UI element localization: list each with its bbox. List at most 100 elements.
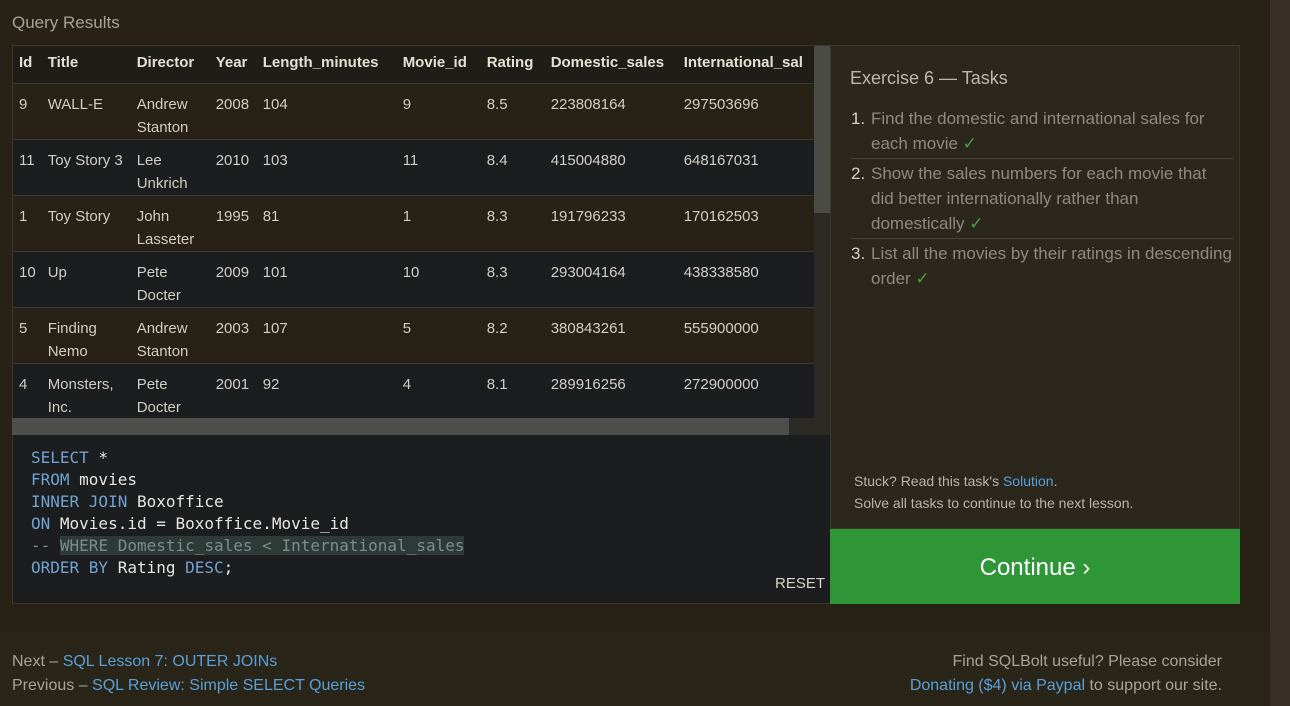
table-cell: Toy Story	[41, 195, 131, 252]
table-cell: 380843261	[544, 307, 678, 364]
table-cell: 8.4	[480, 139, 545, 196]
task-number: 3.	[851, 244, 866, 263]
table-cell: 104	[256, 83, 397, 140]
table-row: 9 WALL-E Andrew Stanton 2008 104 9 8.5 2…	[13, 83, 830, 140]
sql-editor[interactable]: SELECT * FROM movies INNER JOIN Boxoffic…	[12, 435, 830, 604]
page-edge-strip	[1270, 0, 1290, 706]
help-suffix: .	[1053, 473, 1058, 489]
table-cell: Pete Docter	[130, 251, 210, 308]
table-cell: 81	[256, 195, 397, 252]
column-header-year: Year	[209, 46, 257, 84]
table-header-row: Id Title Director Year Length_minutes Mo…	[13, 46, 830, 84]
sql-code[interactable]: SELECT * FROM movies INNER JOIN Boxoffic…	[31, 447, 465, 579]
checkmark-icon: ✓	[962, 134, 977, 153]
sql-text: ;	[223, 558, 234, 577]
continue-button[interactable]: Continue ›	[830, 529, 1240, 604]
table-cell: Andrew Stanton	[130, 307, 210, 364]
table-cell: 8.1	[480, 363, 545, 420]
vertical-scrollbar-thumb[interactable]	[814, 46, 830, 213]
table-cell: Andrew Stanton	[130, 83, 210, 140]
table-cell: 2010	[209, 139, 257, 196]
table-cell: 8.5	[480, 83, 545, 140]
sql-keyword: FROM	[31, 470, 70, 489]
table-cell: 223808164	[544, 83, 678, 140]
column-header-director: Director	[130, 46, 210, 84]
exercise-title: Exercise 6 — Tasks	[850, 68, 1008, 88]
checkmark-icon: ✓	[969, 214, 984, 233]
results-table: Id Title Director Year Length_minutes Mo…	[13, 46, 830, 420]
sql-selected-comment: WHERE Domestic_sales < International_sal…	[59, 536, 465, 555]
sql-text: Movies.id = Boxoffice.Movie_id	[50, 514, 349, 533]
sql-keyword: ON	[31, 514, 51, 533]
table-cell: 1	[396, 195, 481, 252]
table-row: 5 Finding Nemo Andrew Stanton 2003 107 5…	[13, 307, 830, 364]
table-cell: 10	[13, 251, 42, 308]
table-cell: 438338580	[677, 251, 830, 308]
table-cell: 2001	[209, 363, 257, 420]
table-row: 1 Toy Story John Lasseter 1995 81 1 8.3 …	[13, 195, 830, 252]
table-cell: Lee Unkrich	[130, 139, 210, 196]
sql-text: Rating	[108, 558, 186, 577]
column-header-movie-id: Movie_id	[396, 46, 481, 84]
table-cell: 92	[256, 363, 397, 420]
table-cell: 415004880	[544, 139, 678, 196]
table-cell: 107	[256, 307, 397, 364]
table-cell: Finding Nemo	[41, 307, 131, 364]
table-row: 11 Toy Story 3 Lee Unkrich 2010 103 11 8…	[13, 139, 830, 196]
table-cell: 191796233	[544, 195, 678, 252]
table-cell: 103	[256, 139, 397, 196]
table-cell: 2008	[209, 83, 257, 140]
previous-prefix: Previous –	[12, 677, 93, 694]
horizontal-scrollbar-thumb[interactable]	[12, 418, 789, 435]
table-cell: 1995	[209, 195, 257, 252]
table-cell: 8.3	[480, 251, 545, 308]
reset-button[interactable]: RESET	[775, 575, 825, 592]
results-table-container: Id Title Director Year Length_minutes Mo…	[12, 45, 831, 436]
table-cell: 8.3	[480, 195, 545, 252]
table-cell: Monsters, Inc.	[41, 363, 131, 420]
donation-note: Find SQLBolt useful? Please consider Don…	[910, 650, 1222, 698]
column-header-international-sales: International_sal	[677, 46, 830, 84]
table-cell: 648167031	[677, 139, 830, 196]
table-cell: 1	[13, 195, 42, 252]
table-cell: 555900000	[677, 307, 830, 364]
sql-text: Boxoffice	[127, 492, 224, 511]
table-cell: 170162503	[677, 195, 830, 252]
sql-text: *	[88, 448, 109, 467]
table-cell: 297503696	[677, 83, 830, 140]
table-cell: 10	[396, 251, 481, 308]
help-text: Stuck? Read this task's Solution. Solve …	[854, 470, 1133, 514]
table-cell: Up	[41, 251, 131, 308]
table-cell: 11	[396, 139, 481, 196]
donate-link[interactable]: Donating ($4) via Paypal	[910, 677, 1085, 694]
table-cell: WALL-E	[41, 83, 131, 140]
donation-suffix: to support our site.	[1085, 677, 1222, 694]
checkmark-icon: ✓	[915, 269, 930, 288]
task-text: Find the domestic and international sale…	[871, 109, 1205, 153]
task-item: 1. Find the domestic and international s…	[851, 104, 1233, 159]
column-header-id: Id	[13, 46, 42, 84]
task-item: 3. List all the movies by their ratings …	[851, 239, 1233, 293]
table-row: 4 Monsters, Inc. Pete Docter 2001 92 4 8…	[13, 363, 830, 420]
table-cell: John Lasseter	[130, 195, 210, 252]
column-header-domestic-sales: Domestic_sales	[544, 46, 678, 84]
sql-keyword: SELECT	[31, 448, 89, 467]
tasks-panel: Exercise 6 — Tasks 1. Find the domestic …	[830, 45, 1240, 529]
solution-link[interactable]: Solution	[1003, 473, 1054, 489]
table-cell: 9	[13, 83, 42, 140]
table-cell: 2009	[209, 251, 257, 308]
table-cell: 11	[13, 139, 42, 196]
next-lesson-link[interactable]: SQL Lesson 7: OUTER JOINs	[63, 653, 278, 670]
help-prefix: Stuck? Read this task's	[854, 473, 1003, 489]
donation-text: Find SQLBolt useful? Please consider	[952, 653, 1222, 670]
column-header-length-minutes: Length_minutes	[256, 46, 397, 84]
sql-text: movies	[69, 470, 137, 489]
table-cell: 101	[256, 251, 397, 308]
table-cell: 289916256	[544, 363, 678, 420]
query-results-title: Query Results	[12, 13, 120, 32]
help-line-2: Solve all tasks to continue to the next …	[854, 495, 1134, 511]
table-cell: Toy Story 3	[41, 139, 131, 196]
previous-lesson-link[interactable]: SQL Review: Simple SELECT Queries	[92, 677, 365, 694]
table-cell: 272900000	[677, 363, 830, 420]
task-number: 2.	[851, 164, 866, 183]
